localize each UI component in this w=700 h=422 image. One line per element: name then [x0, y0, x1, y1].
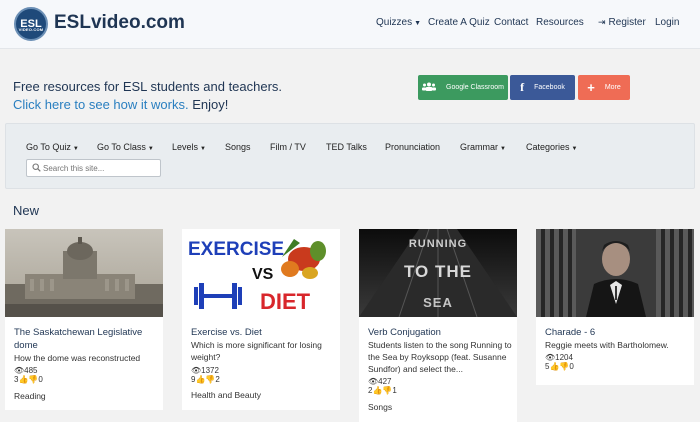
section-title-new: New — [13, 203, 40, 218]
rating: 9👍👎2 — [191, 375, 220, 384]
thumbs-down-icon: 👎 — [559, 362, 570, 371]
video-title[interactable]: Charade - 6 — [545, 326, 687, 339]
thumbnail-text-vs: VS — [252, 266, 274, 283]
eye-icon: 👁 — [368, 377, 379, 386]
video-card[interactable]: EXERCISE VS DIET Exercise vs. Diet Which… — [182, 229, 340, 410]
sign-in-icon: ⇥ — [598, 17, 606, 27]
thumbs-down-icon: 👎 — [205, 375, 216, 384]
nav-create-quiz[interactable]: Create A Quiz — [428, 17, 490, 28]
caret-down-icon: ▼ — [200, 146, 206, 152]
video-thumbnail[interactable]: RUNNING TO THE SEA — [359, 229, 517, 317]
search-icon — [32, 163, 41, 174]
intro-text: Free resources for ESL students and teac… — [13, 79, 283, 94]
view-count: 👁427 — [368, 377, 392, 386]
nav-login[interactable]: Login — [655, 17, 679, 28]
facebook-button[interactable]: f Facebook — [510, 75, 575, 100]
thumbs-up-icon: 👍 — [195, 375, 206, 384]
ted-talks-link[interactable]: TED Talks — [326, 142, 367, 152]
video-card[interactable]: Charade - 6 Reggie meets with Bartholome… — [536, 229, 694, 385]
video-card[interactable]: The Saskatchewan Legislative dome How th… — [5, 229, 163, 410]
logo-badge: ESL VIDEO.COM — [14, 7, 48, 41]
go-to-class-dropdown[interactable]: Go To Class ▼ — [97, 142, 154, 152]
chevron-down-icon: ▼ — [414, 20, 422, 27]
levels-dropdown[interactable]: Levels ▼ — [172, 142, 206, 152]
video-category[interactable]: Health and Beauty — [191, 390, 261, 400]
video-card[interactable]: RUNNING TO THE SEA Verb Conjugation Stud… — [359, 229, 517, 422]
thumbs-up-icon: 👍 — [372, 386, 383, 395]
video-thumbnail[interactable] — [536, 229, 694, 317]
view-count: 👁1204 — [545, 353, 573, 362]
video-description: Which is more significant for losing wei… — [191, 340, 322, 362]
search-input[interactable] — [43, 161, 155, 175]
thumbs-down-icon: 👎 — [28, 375, 39, 384]
thumbnail-text-to-the: TO THE — [404, 262, 472, 281]
plus-icon: + — [587, 80, 595, 95]
video-description: Students listen to the song Running to t… — [368, 340, 512, 374]
more-share-button[interactable]: + More — [578, 75, 630, 100]
thumbnail-text-running: RUNNING — [409, 238, 467, 250]
facebook-icon: f — [520, 80, 525, 94]
view-count: 👁485 — [14, 366, 38, 375]
pronunciation-link[interactable]: Pronunciation — [385, 142, 440, 152]
video-title[interactable]: The Saskatchewan Legislative dome — [14, 326, 156, 352]
video-category[interactable]: Songs — [368, 402, 392, 412]
video-description: How the dome was reconstructed — [14, 353, 141, 363]
eye-icon: 👁 — [14, 366, 25, 375]
caret-down-icon: ▼ — [72, 146, 79, 152]
film-tv-link[interactable]: Film / TV — [270, 142, 306, 152]
thumbnail-text-sea: SEA — [423, 295, 453, 310]
intro-line2: Click here to see how it works. Enjoy! — [13, 97, 228, 112]
eye-icon: 👁 — [545, 353, 556, 362]
nav-resources[interactable]: Resources — [536, 17, 584, 28]
video-category[interactable]: Reading — [14, 391, 46, 401]
nav-quizzes[interactable]: Quizzes ▼ — [376, 17, 421, 28]
google-classroom-icon — [422, 82, 437, 94]
thumbnail-text-diet: DIET — [260, 289, 311, 314]
site-name: ESLvideo.com — [54, 12, 185, 33]
site-header: ESL VIDEO.COM ESLvideo.com Quizzes ▼ Crea… — [0, 0, 700, 49]
site-search[interactable] — [26, 159, 161, 177]
how-it-works-link[interactable]: Click here to see how it works. — [13, 97, 189, 112]
categories-dropdown[interactable]: Categories ▼ — [526, 142, 577, 152]
grammar-dropdown[interactable]: Grammar ▼ — [460, 142, 506, 152]
filter-bar: Go To Quiz ▼ Go To Class ▼ Levels ▼ Songs F… — [5, 123, 695, 189]
view-count: 👁1372 — [191, 366, 219, 375]
rating: 5👍👎0 — [545, 362, 574, 371]
google-classroom-button[interactable]: Google Classroom — [418, 75, 508, 100]
caret-down-icon: ▼ — [571, 146, 578, 152]
thumbs-up-icon: 👍 — [18, 375, 29, 384]
thumbs-up-icon: 👍 — [549, 362, 560, 371]
eye-icon: 👁 — [191, 366, 202, 375]
thumbs-down-icon: 👎 — [382, 386, 393, 395]
thumbnail-text-exercise: EXERCISE — [188, 239, 284, 260]
video-title[interactable]: Exercise vs. Diet — [191, 326, 333, 339]
songs-link[interactable]: Songs — [225, 142, 251, 152]
nav-contact[interactable]: Contact — [494, 17, 528, 28]
go-to-quiz-dropdown[interactable]: Go To Quiz ▼ — [26, 142, 79, 152]
rating: 2👍👎1 — [368, 386, 397, 395]
video-thumbnail[interactable] — [5, 229, 163, 317]
intro-suffix: Enjoy! — [188, 97, 229, 112]
nav-register[interactable]: ⇥ Register — [598, 17, 646, 28]
rating: 3👍👎0 — [14, 375, 43, 384]
logo-badge-small-text: VIDEO.COM — [18, 27, 44, 32]
caret-down-icon: ▼ — [500, 146, 506, 152]
video-title[interactable]: Verb Conjugation — [368, 326, 510, 339]
video-description: Reggie meets with Bartholomew. — [545, 340, 669, 350]
video-thumbnail[interactable]: EXERCISE VS DIET — [182, 229, 340, 317]
caret-down-icon: ▼ — [147, 146, 154, 152]
